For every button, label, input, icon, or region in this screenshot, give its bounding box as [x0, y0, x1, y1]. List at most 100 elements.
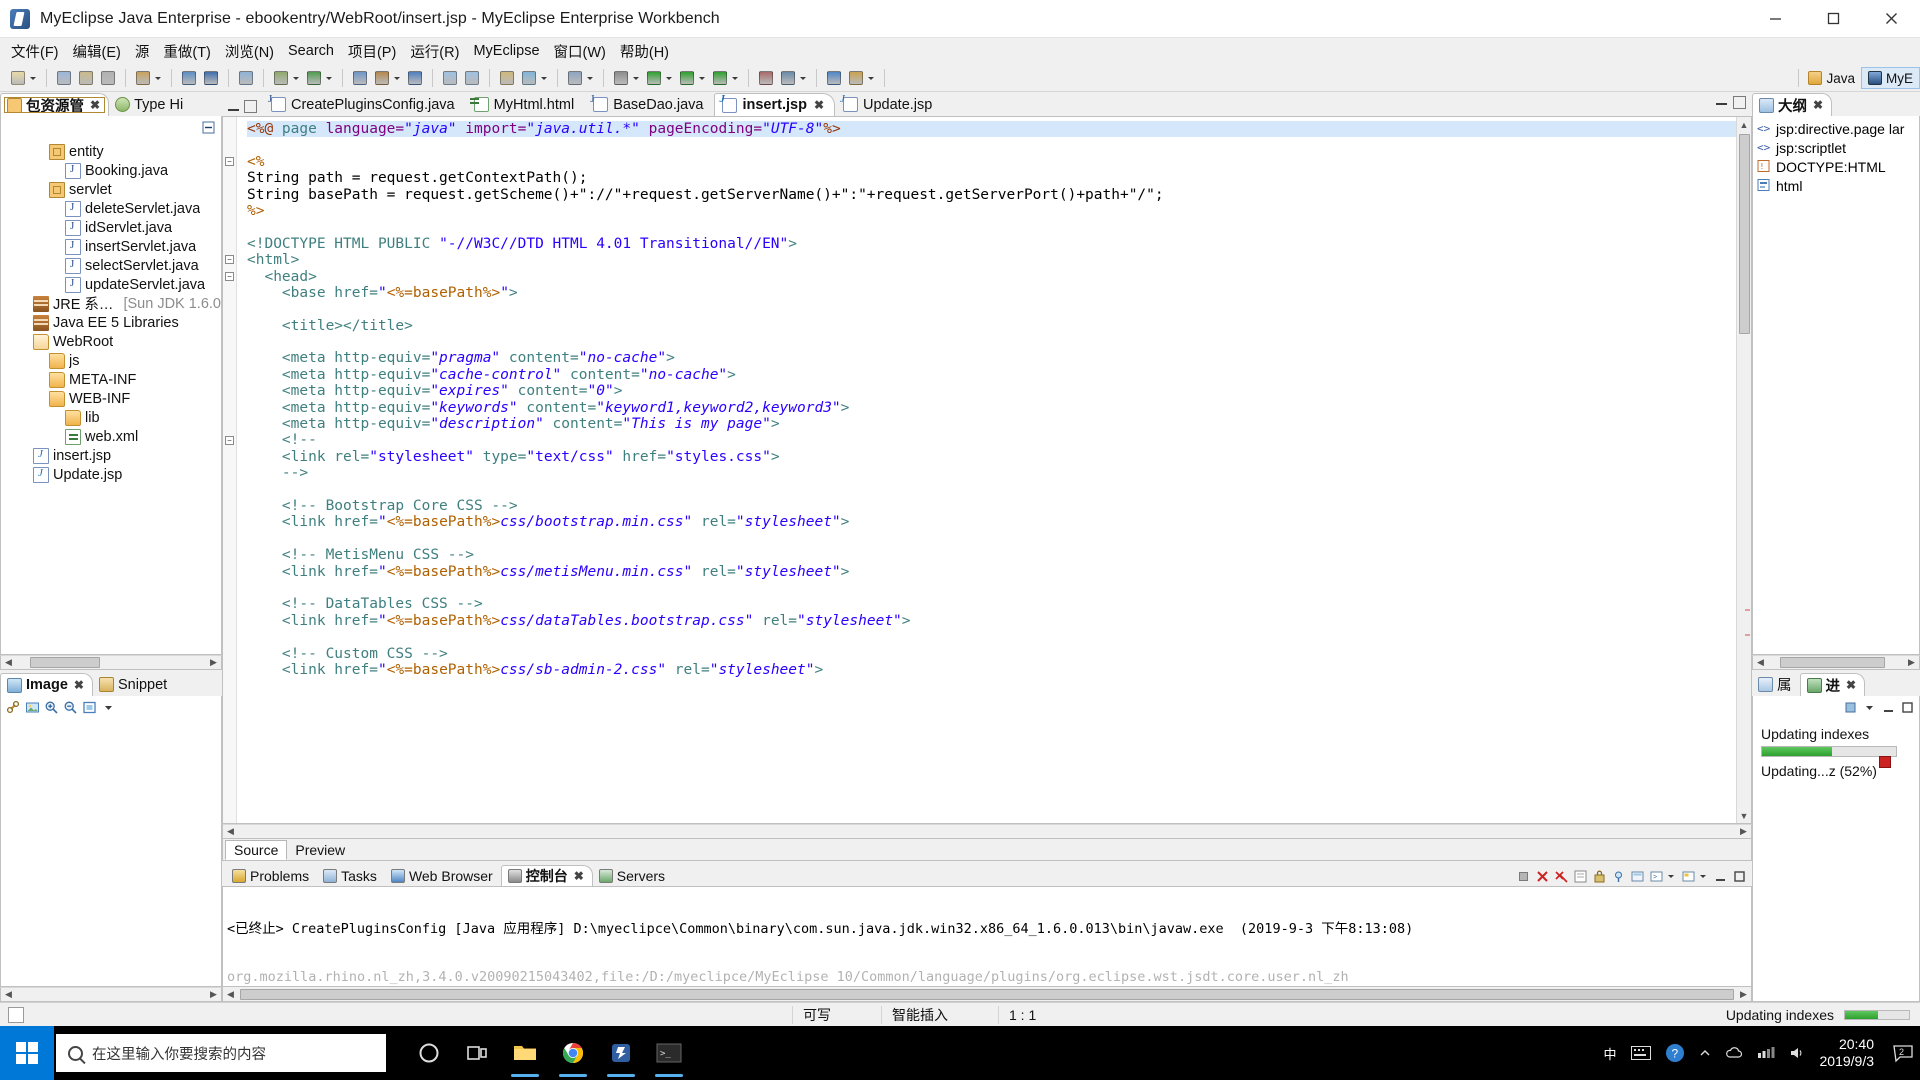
- chevron-down-icon[interactable]: [586, 68, 595, 88]
- fit-icon[interactable]: [81, 699, 98, 716]
- image-view-body[interactable]: [0, 718, 222, 987]
- chevron-down-icon[interactable]: [1699, 866, 1708, 886]
- menu-navigate[interactable]: 浏览(N): [218, 38, 281, 65]
- code-area[interactable]: <%@ page language="java" import="java.ut…: [237, 117, 1736, 823]
- new-java-project-icon[interactable]: [179, 68, 199, 88]
- close-icon[interactable]: ✖: [574, 869, 584, 883]
- zoom-in-icon[interactable]: [43, 699, 60, 716]
- chevron-down-icon[interactable]: [540, 68, 549, 88]
- prev-annotation-icon[interactable]: [778, 68, 798, 88]
- cmd-icon[interactable]: >_: [646, 1028, 692, 1078]
- tree-item[interactable]: deleteServlet.java: [1, 199, 221, 218]
- progress-view-body[interactable]: Updating indexes Updating...z (52%): [1752, 718, 1920, 1002]
- edit-icon[interactable]: [846, 68, 866, 88]
- chevron-up-icon[interactable]: [1692, 1026, 1718, 1080]
- tab-snippet[interactable]: Snippet: [93, 673, 175, 696]
- server-icon[interactable]: [372, 68, 392, 88]
- editor-hscrollbar[interactable]: ◀ ▶: [222, 824, 1752, 839]
- maximize-icon[interactable]: [1731, 868, 1748, 885]
- menu-refactor[interactable]: 重做(T): [156, 38, 218, 65]
- chevron-down-icon[interactable]: [1667, 866, 1676, 886]
- menu-run[interactable]: 运行(R): [403, 38, 466, 65]
- tree-item[interactable]: WEB-INF: [1, 389, 221, 408]
- menu-project[interactable]: 项目(P): [341, 38, 403, 65]
- taskbar-clock[interactable]: 20:40 2019/9/3: [1814, 1036, 1887, 1070]
- tab-package-explorer[interactable]: 包资源管 ✖: [0, 93, 110, 116]
- source-editor[interactable]: − − − − <%@ page language="java" import="ja…: [222, 116, 1752, 824]
- menu-arrow-icon[interactable]: [100, 699, 117, 716]
- tab-type-hierarchy[interactable]: Type Hi: [109, 93, 191, 116]
- tree-item[interactable]: insertServlet.java: [1, 237, 221, 256]
- chevron-down-icon[interactable]: [867, 68, 876, 88]
- file-explorer-icon[interactable]: [502, 1028, 548, 1078]
- debug-icon[interactable]: [271, 68, 291, 88]
- fold-toggle-icon[interactable]: −: [225, 156, 234, 166]
- help-circle-icon[interactable]: ?: [1658, 1026, 1692, 1080]
- remove-icon[interactable]: [1534, 868, 1551, 885]
- tree-item[interactable]: selectServlet.java: [1, 256, 221, 275]
- menu-source[interactable]: 源: [128, 38, 157, 65]
- chevron-down-icon[interactable]: [292, 68, 301, 88]
- console-tab-problems[interactable]: Problems: [226, 865, 317, 886]
- print-icon[interactable]: [98, 68, 118, 88]
- scroll-right-icon[interactable]: ▶: [206, 988, 221, 1001]
- scroll-left-icon[interactable]: ◀: [1, 656, 16, 669]
- chevron-down-icon[interactable]: [154, 68, 163, 88]
- outline-item[interactable]: html: [1753, 176, 1919, 195]
- close-icon[interactable]: ✖: [74, 678, 84, 692]
- deploy-icon[interactable]: [350, 68, 370, 88]
- new-package-icon[interactable]: [201, 68, 221, 88]
- editor-tab-myhtml-html[interactable]: MyHtml.html: [466, 93, 586, 116]
- new-jsp-icon[interactable]: [824, 68, 844, 88]
- chevron-down-icon[interactable]: [665, 68, 674, 88]
- search-icon[interactable]: [236, 68, 256, 88]
- scroll-left-icon[interactable]: ◀: [223, 825, 238, 838]
- console-hscrollbar[interactable]: ◀ ▶: [222, 987, 1752, 1002]
- maximize-icon[interactable]: [1899, 699, 1916, 716]
- scroll-right-icon[interactable]: ▶: [206, 656, 221, 669]
- maximize-button[interactable]: [1804, 0, 1862, 38]
- tree-item[interactable]: Java EE 5 Libraries: [1, 313, 221, 332]
- tree-item[interactable]: js: [1, 351, 221, 370]
- scroll-down-icon[interactable]: ▼: [1738, 808, 1751, 823]
- db-icon[interactable]: [405, 68, 425, 88]
- menu-myeclipse[interactable]: MyEclipse: [466, 40, 546, 62]
- close-icon[interactable]: ✖: [814, 98, 824, 112]
- perspective-myeclipse[interactable]: MyE: [1861, 67, 1920, 89]
- menu-window[interactable]: 窗口(W): [547, 38, 613, 65]
- cortana-icon[interactable]: [406, 1028, 452, 1078]
- console-tab-控制台[interactable]: 控制台 ✖: [500, 865, 593, 886]
- outline-item[interactable]: <> jsp:scriptlet: [1753, 138, 1919, 157]
- search-input[interactable]: 在这里输入你要搜索的内容: [56, 1034, 386, 1072]
- chevron-down-icon[interactable]: [393, 68, 402, 88]
- cloud-icon[interactable]: [1718, 1026, 1750, 1080]
- menu-search[interactable]: Search: [281, 40, 341, 62]
- tree-item[interactable]: WebRoot: [1, 332, 221, 351]
- clear-console-icon[interactable]: [1572, 868, 1589, 885]
- scroll-right-icon[interactable]: ▶: [1904, 656, 1919, 669]
- stop-icon[interactable]: [1879, 756, 1891, 768]
- tab-preview[interactable]: Preview: [287, 841, 353, 859]
- open-resource-icon[interactable]: [462, 68, 482, 88]
- web-browser-icon[interactable]: [519, 68, 539, 88]
- open-console-icon[interactable]: >: [1648, 868, 1665, 885]
- editor-tab-basedao-java[interactable]: BaseDao.java: [585, 93, 714, 116]
- menu-help[interactable]: 帮助(H): [613, 38, 676, 65]
- new-wizard-icon[interactable]: [8, 68, 28, 88]
- myeclipse-icon[interactable]: [598, 1028, 644, 1078]
- terminate-icon[interactable]: [1515, 868, 1532, 885]
- tab-image[interactable]: Image ✖: [0, 673, 93, 696]
- scroll-right-icon[interactable]: ▶: [1736, 825, 1751, 838]
- perspective-icon[interactable]: [565, 68, 585, 88]
- keyboard-icon[interactable]: [1624, 1026, 1658, 1080]
- profile-icon[interactable]: [611, 68, 631, 88]
- chevron-down-icon[interactable]: [731, 68, 740, 88]
- ime-indicator[interactable]: 中: [1596, 1026, 1623, 1080]
- scroll-up-icon[interactable]: ▲: [1738, 117, 1751, 132]
- collapse-all-icon[interactable]: [200, 119, 217, 136]
- chevron-down-icon[interactable]: [632, 68, 641, 88]
- editor-gutter[interactable]: − − − −: [223, 117, 237, 823]
- tree-item[interactable]: updateServlet.java: [1, 275, 221, 294]
- console-tab-servers[interactable]: Servers: [593, 865, 673, 886]
- scroll-lock-icon[interactable]: [1591, 868, 1608, 885]
